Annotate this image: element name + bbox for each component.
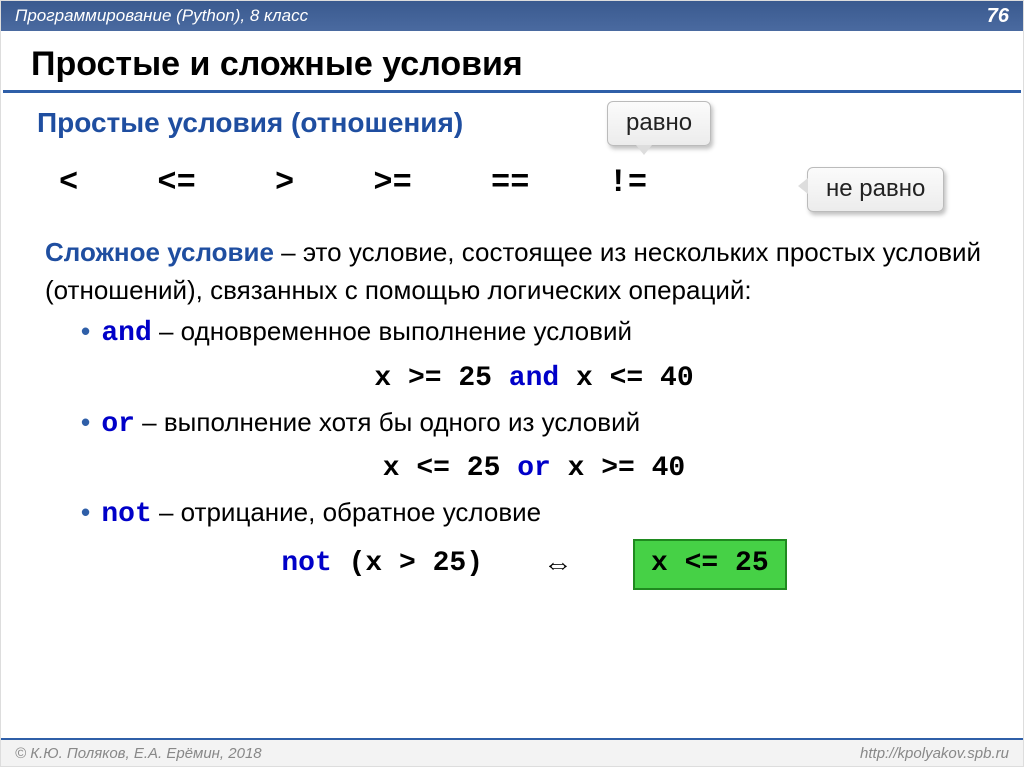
footer-copyright: © К.Ю. Поляков, Е.А. Ерёмин, 2018 bbox=[15, 745, 262, 762]
content-area: Простые условия (отношения) равно не рав… bbox=[1, 103, 1023, 590]
or-code-pre: x <= 25 bbox=[383, 453, 517, 484]
and-code-kw: and bbox=[509, 363, 559, 394]
bullet-or: • or – выполнение хотя бы одного из усло… bbox=[81, 404, 987, 490]
callout-not-equal: не равно bbox=[807, 167, 944, 212]
bullet-dot-icon: • bbox=[81, 497, 90, 527]
complex-definition: Сложное условие – это условие, состоящее… bbox=[45, 234, 987, 309]
footer-bar: © К.Ю. Поляков, Е.А. Ерёмин, 2018 http:/… bbox=[1, 738, 1023, 766]
bullet-and: • and – одновременное выполнение условий… bbox=[81, 313, 987, 399]
simple-conditions-block: Простые условия (отношения) равно не рав… bbox=[37, 103, 987, 206]
kw-and: and bbox=[101, 318, 151, 349]
not-desc: – отрицание, обратное условие bbox=[152, 497, 541, 527]
not-code-row: not (x > 25) ⇔ x <= 25 bbox=[81, 539, 987, 590]
bullet-dot-icon: • bbox=[81, 407, 90, 437]
not-code-post: (x > 25) bbox=[332, 548, 483, 579]
complex-lead-bold: Сложное условие bbox=[45, 237, 274, 267]
footer-url: http://kpolyakov.spb.ru bbox=[860, 745, 1009, 762]
slide: Программирование (Python), 8 класс 76 Пр… bbox=[0, 0, 1024, 767]
header-left: Программирование (Python), 8 класс bbox=[15, 6, 308, 26]
logic-ops-list: • and – одновременное выполнение условий… bbox=[81, 313, 987, 590]
callout-equal: равно bbox=[607, 101, 711, 146]
and-desc: – одновременное выполнение условий bbox=[152, 316, 632, 346]
or-code-post: x >= 40 bbox=[551, 453, 685, 484]
not-code-example: not (x > 25) bbox=[281, 544, 483, 585]
or-code-kw: or bbox=[517, 453, 551, 484]
and-code-example: x >= 25 and x <= 40 bbox=[81, 359, 987, 400]
not-code-kw: not bbox=[281, 548, 331, 579]
and-code-post: x <= 40 bbox=[559, 363, 693, 394]
or-desc: – выполнение хотя бы одного из условий bbox=[135, 407, 640, 437]
or-code-example: x <= 25 or x >= 40 bbox=[81, 449, 987, 490]
page-number: 76 bbox=[987, 5, 1009, 28]
bullet-dot-icon: • bbox=[81, 316, 90, 346]
equivalent-box: x <= 25 bbox=[633, 539, 787, 590]
slide-title: Простые и сложные условия bbox=[1, 31, 1023, 90]
kw-not: not bbox=[101, 499, 151, 530]
equiv-icon: ⇔ bbox=[543, 543, 573, 587]
header-bar: Программирование (Python), 8 класс 76 bbox=[1, 1, 1023, 31]
kw-or: or bbox=[101, 409, 135, 440]
title-underline bbox=[3, 90, 1021, 93]
and-code-pre: x >= 25 bbox=[374, 363, 508, 394]
bullet-not: • not – отрицание, обратное условие not … bbox=[81, 494, 987, 590]
subheading-simple: Простые условия (отношения) bbox=[37, 103, 463, 144]
